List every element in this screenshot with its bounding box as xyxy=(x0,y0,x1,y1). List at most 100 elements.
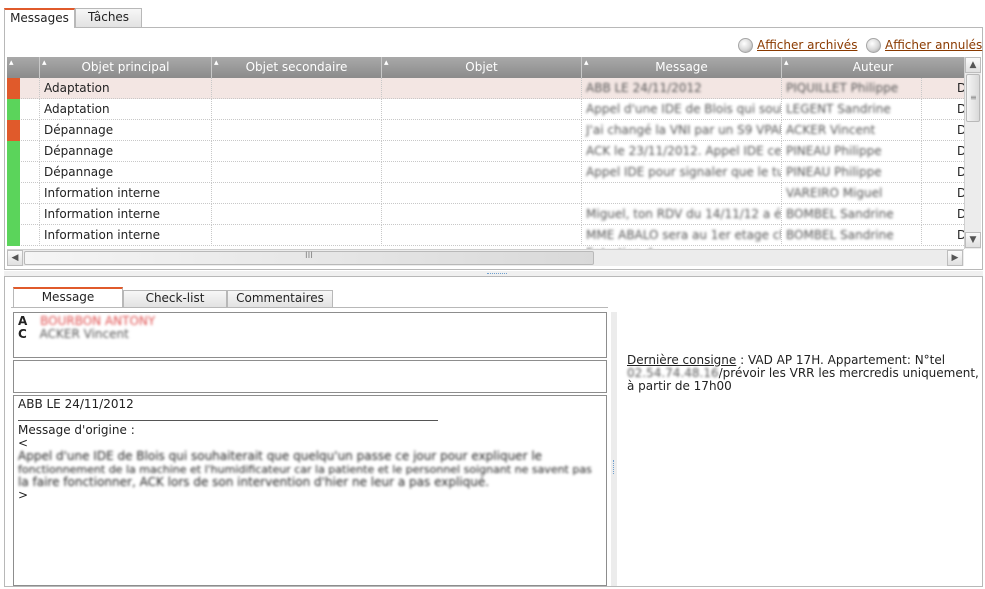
cell-auteur-text: PINEAU Philippe xyxy=(786,165,882,179)
table-row[interactable]: Adaptation Appel d'une IDE de Blois qui s… xyxy=(7,99,964,120)
table-row[interactable]: Adaptation ABB LE 24/11/2012 PIQUILLET Phi… xyxy=(7,78,964,99)
cell-objet-principal: Dépannage xyxy=(40,162,212,183)
cell-spacer xyxy=(20,141,40,162)
table-row[interactable]: Information interne Miguel, ton RDV du 14… xyxy=(7,204,964,225)
table-row[interactable]: Dépannage J'ai changé la VNI par un S9 VP… xyxy=(7,120,964,141)
cell-spacer xyxy=(20,99,40,120)
recipient-name-to: BOURBON ANTONY xyxy=(40,314,156,328)
tab-messages[interactable]: Messages xyxy=(4,8,75,28)
cell-auteur-text: LEGENT Sandrine xyxy=(786,102,891,116)
cell-objet-principal-text: Information interne xyxy=(44,186,161,200)
table-row[interactable]: Information interne VAREIRO Miguel D xyxy=(7,183,964,204)
recipient-label-to: A xyxy=(18,314,28,328)
grid-header: ▴ ▴ Objet principal ▴ Objet secondaire ▴ Ob… xyxy=(7,57,964,78)
cell-extra-text: D xyxy=(957,102,964,116)
cell-spacer xyxy=(20,120,40,141)
cell-objet-secondaire xyxy=(212,120,382,141)
cell-extra: D xyxy=(957,204,964,225)
cell-objet-principal-text: Adaptation xyxy=(44,102,110,116)
cell-auteur: BOMBEL Sandrine xyxy=(782,225,922,246)
table-row[interactable]: Dépannage ACK le 23/11/2012. Appel IDE ce… xyxy=(7,141,964,162)
recipient-label-cc: C xyxy=(18,327,27,341)
cell-objet-principal-text: Dépannage xyxy=(44,123,114,137)
last-instruction-phone: 02.54.74.48.16 xyxy=(627,366,719,380)
splitter-grip xyxy=(487,273,507,275)
cell-message-text: MME ABALO sera au 1er etage ch xyxy=(586,228,782,242)
tab-message[interactable]: Message xyxy=(13,287,123,307)
tab-taches[interactable]: Tâches xyxy=(75,8,142,27)
show-cancelled-label[interactable]: Afficher annulés xyxy=(885,38,982,52)
cell-message: ACK le 23/11/2012. Appel IDE ce xyxy=(582,141,782,162)
message-separator xyxy=(18,420,438,421)
sort-icon: ▴ xyxy=(584,58,589,68)
recipients-box: A BOURBON ANTONY C ACKER Vincent xyxy=(13,312,607,358)
cell-objet xyxy=(382,78,582,99)
message-original-line: la faire fonctionner, ACK lors de son in… xyxy=(18,475,490,489)
show-cancelled-radio[interactable] xyxy=(866,38,881,53)
hscroll-grip: III xyxy=(305,251,313,261)
message-original-line: Appel d'une IDE de Blois qui souhaiterai… xyxy=(18,449,543,463)
message-body[interactable]: ABB LE 24/11/2012 Message d'origine : < … xyxy=(13,395,607,586)
cell-message: Appel IDE pour signaler que le tuy xyxy=(582,162,782,183)
grid-vertical-scrollbar[interactable]: ▲ ≡ ▼ xyxy=(964,57,981,249)
vertical-splitter[interactable] xyxy=(611,312,617,586)
sort-icon: ▴ xyxy=(42,58,47,68)
table-row[interactable]: Information interne MME ABALO sera au 1er… xyxy=(7,225,964,246)
column-header-message[interactable]: ▴ Message xyxy=(582,57,782,78)
cell-objet xyxy=(382,183,582,204)
cell-auteur-text: BOMBEL Sandrine xyxy=(786,228,894,242)
cell-objet xyxy=(382,99,582,120)
cell-extra: D xyxy=(957,183,964,204)
cell-objet-secondaire xyxy=(212,204,382,225)
cell-extra-text: D xyxy=(957,144,964,158)
sort-icon: ▴ xyxy=(9,58,14,68)
cell-objet xyxy=(382,120,582,141)
cell-objet-principal: Dépannage xyxy=(40,141,212,162)
cell-message-text: Appel IDE pour signaler que le tuy xyxy=(586,165,782,179)
tab-commentaires[interactable]: Commentaires xyxy=(227,290,333,307)
cell-extra: D xyxy=(957,225,964,246)
column-header-auteur[interactable]: ▴ Auteur xyxy=(782,57,964,78)
column-header-objet-principal[interactable]: ▴ Objet principal xyxy=(40,57,212,78)
last-instruction-text-2: /prévoir les VRR les mercredis uniquemen… xyxy=(718,366,979,380)
cell-objet-secondaire xyxy=(212,162,382,183)
cell-auteur: LEGENT Sandrine xyxy=(782,99,922,120)
cell-objet-secondaire xyxy=(212,141,382,162)
scroll-left-button[interactable]: ◀ xyxy=(7,250,23,266)
cell-spacer xyxy=(20,183,40,204)
show-archived-label[interactable]: Afficher archivés xyxy=(757,38,857,52)
cell-auteur: ACKER Vincent xyxy=(782,120,922,141)
table-row[interactable]: Dépannage Appel IDE pour signaler que le … xyxy=(7,162,964,183)
scroll-thumb[interactable]: ≡ xyxy=(966,74,980,122)
cell-message: MME ABALO sera au 1er etage ch xyxy=(582,225,782,246)
tab-check-list[interactable]: Check-list xyxy=(123,290,227,307)
cell-auteur: VAREIRO Miguel xyxy=(782,183,922,204)
grid-horizontal-scrollbar[interactable]: ◀ III ▶ xyxy=(7,249,964,266)
scroll-down-button[interactable]: ▼ xyxy=(965,232,981,248)
cell-extra: D xyxy=(957,162,964,183)
cell-objet-secondaire xyxy=(212,225,382,246)
cell-message-text: ABB LE 24/11/2012 xyxy=(586,81,702,95)
subject-field[interactable] xyxy=(13,360,607,393)
sort-icon: ▴ xyxy=(214,58,219,68)
sort-icon: ▴ xyxy=(384,58,389,68)
cell-objet xyxy=(382,162,582,183)
column-header-objet-secondaire[interactable]: ▴ Objet secondaire xyxy=(212,57,382,78)
last-instruction-line-3: à partir de 17h00 xyxy=(627,379,732,393)
cell-auteur: PINEAU Philippe xyxy=(782,141,922,162)
show-archived-link[interactable]: Afficher archivés xyxy=(738,37,857,53)
scroll-right-button[interactable]: ▶ xyxy=(947,250,963,266)
cell-message: Miguel, ton RDV du 14/11/12 a été xyxy=(582,204,782,225)
column-header-status[interactable]: ▴ xyxy=(7,57,40,78)
show-cancelled-link[interactable]: Afficher annulés xyxy=(866,37,982,53)
cell-auteur-text: BOMBEL Sandrine xyxy=(786,207,894,221)
show-archived-radio[interactable] xyxy=(738,38,753,53)
cell-auteur: PINEAU Philippe xyxy=(782,162,922,183)
cell-extra-text: D xyxy=(957,123,964,137)
status-indicator xyxy=(7,120,20,141)
status-indicator xyxy=(7,78,20,99)
hscroll-thumb[interactable]: III xyxy=(24,251,594,265)
column-header-objet[interactable]: ▴ Objet xyxy=(382,57,582,78)
scroll-up-button[interactable]: ▲ xyxy=(965,57,981,73)
status-indicator xyxy=(7,141,20,162)
